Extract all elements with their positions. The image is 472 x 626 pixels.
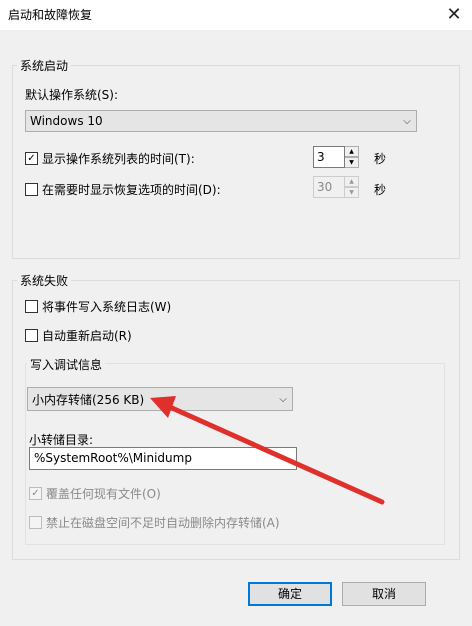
red-arrow-icon (150, 396, 385, 505)
annotation-arrow (150, 396, 385, 505)
